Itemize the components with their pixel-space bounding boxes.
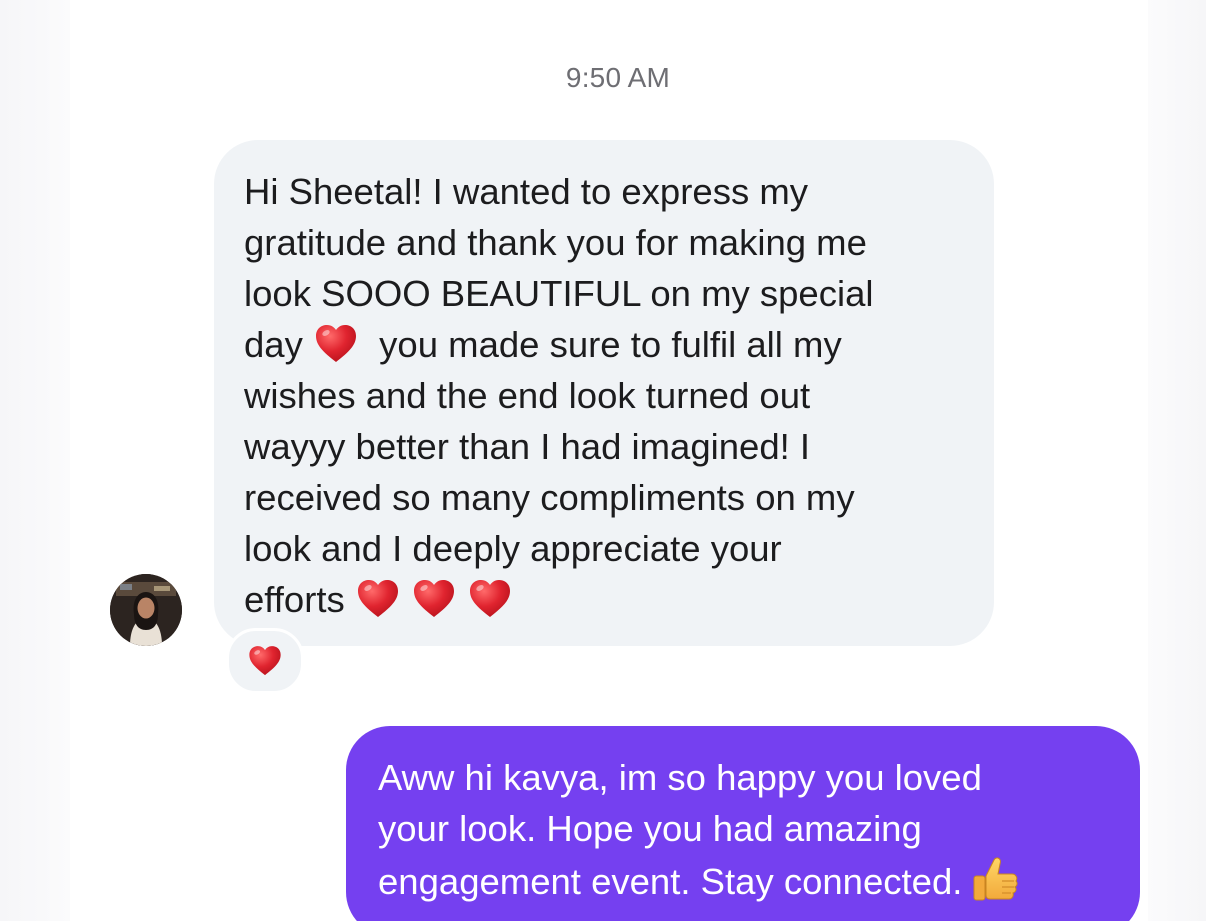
message-timestamp: 9:50 AM [565,62,671,93]
message-line-with-emoji: efforts [244,574,964,625]
message-line-with-emoji: engagement event. Stay connected. [378,854,1110,907]
message-line: Aww hi kavya, im so happy you loved [378,757,982,798]
message-line: received so many compliments on my [244,477,855,518]
message-line: wishes and the end look turned out [244,375,811,416]
message-text: day [244,324,303,365]
message-line: gratitude and thank you for making me [244,222,867,263]
red-heart-icon [467,576,513,622]
message-line: Hi Sheetal! I wanted to express my [244,171,808,212]
red-heart-icon [355,576,401,622]
red-heart-icon [247,643,283,679]
left-margin [0,0,70,921]
right-margin [1148,0,1206,921]
message-line: look SOOO BEAUTIFUL on my special [244,273,874,314]
incoming-message-bubble[interactable]: Hi Sheetal! I wanted to express my grati… [214,140,994,646]
message-text: engagement event. Stay connected. [378,861,963,902]
sender-avatar[interactable] [110,574,182,646]
red-heart-icon [411,576,457,622]
message-line-with-emoji: day you made sure to fulfil all my [244,319,964,370]
message-line: wayyy better than I had imagined! I [244,426,811,467]
message-text: you made sure to fulfil all my [379,324,842,365]
outgoing-message-bubble[interactable]: Aww hi kavya, im so happy you loved your… [346,726,1140,921]
message-line: your look. Hope you had amazing [378,808,922,849]
message-line: look and I deeply appreciate your [244,528,782,569]
thumbs-up-icon [968,854,1020,906]
message-reaction[interactable] [226,628,304,694]
message-text: efforts [244,579,345,620]
red-heart-icon [313,321,359,367]
chat-screen: 9:50 AM Hi Sheetal! I wanted to express … [0,0,1206,921]
